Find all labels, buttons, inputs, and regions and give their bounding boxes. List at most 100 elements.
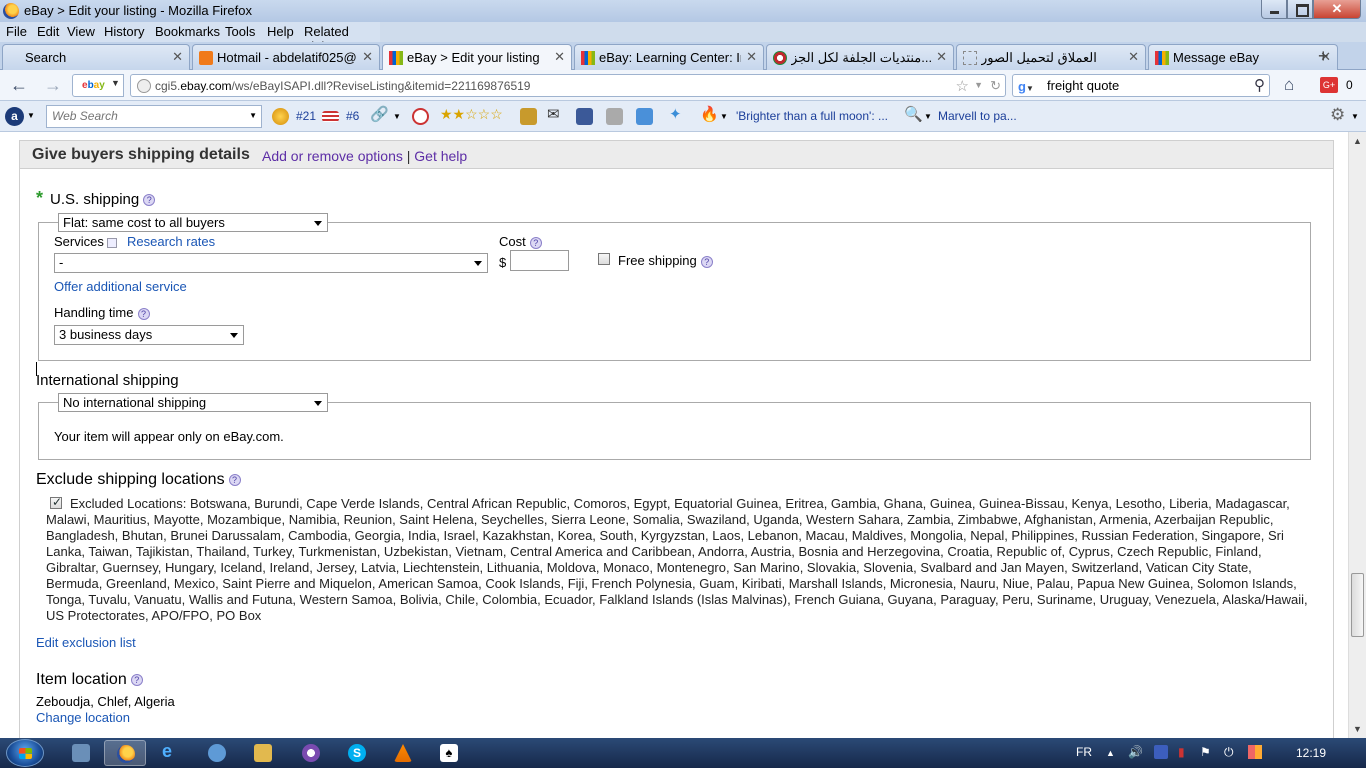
gmail-notifier-icon[interactable]: G+ bbox=[1320, 77, 1338, 93]
chevron-down-icon[interactable]: ▼ bbox=[924, 112, 932, 121]
language-indicator[interactable]: FR bbox=[1076, 745, 1092, 759]
back-arrow-icon[interactable]: ← bbox=[10, 75, 28, 96]
calculator-icon[interactable] bbox=[107, 237, 118, 248]
cost-input[interactable] bbox=[510, 250, 569, 271]
scroll-up-icon[interactable]: ▲ bbox=[1353, 136, 1362, 146]
help-icon[interactable]: ? bbox=[130, 673, 143, 686]
tab-ebay-edit-listing[interactable]: eBay > Edit your listing ✕ bbox=[382, 44, 572, 71]
scroll-down-icon[interactable]: ▼ bbox=[1353, 724, 1362, 734]
web-search-box[interactable]: ▼ bbox=[46, 105, 262, 128]
home-icon[interactable]: ⌂ bbox=[1284, 75, 1294, 95]
help-icon[interactable]: ? bbox=[137, 307, 150, 320]
facebook-icon[interactable] bbox=[576, 108, 593, 125]
forward-arrow-icon[interactable]: → bbox=[44, 75, 62, 96]
taskbar-media[interactable] bbox=[290, 740, 332, 766]
taskbar-skype[interactable]: S bbox=[336, 740, 378, 766]
maximize-button[interactable] bbox=[1287, 0, 1313, 19]
menu-file[interactable]: File bbox=[6, 24, 27, 39]
help-icon[interactable]: ? bbox=[700, 255, 713, 268]
taskbar-explorer[interactable] bbox=[242, 740, 284, 766]
taskbar-ie[interactable]: e bbox=[150, 740, 192, 766]
close-tab-icon[interactable]: ✕ bbox=[172, 49, 183, 65]
bookmark-star-icon[interactable]: ☆ bbox=[956, 77, 969, 95]
taskbar-firefox[interactable] bbox=[104, 740, 146, 766]
reload-icon[interactable]: ↻ bbox=[990, 78, 1001, 94]
add-remove-options-link[interactable]: Add or remove options bbox=[262, 148, 403, 164]
global-rank[interactable]: #21 bbox=[296, 109, 316, 123]
edit-exclusion-list-link[interactable]: Edit exclusion list bbox=[36, 635, 136, 650]
handling-time-select[interactable]: 3 business days bbox=[54, 325, 244, 345]
help-icon[interactable]: ? bbox=[529, 236, 542, 249]
scrollbar-thumb[interactable] bbox=[1351, 573, 1364, 637]
gear-icon[interactable]: ⚙ bbox=[1330, 105, 1345, 125]
network-icon[interactable]: ▮ bbox=[1178, 745, 1185, 759]
alexa-icon[interactable]: a bbox=[5, 107, 24, 126]
tab-hotmail[interactable]: Hotmail - abdelatif025@h... ✕ bbox=[192, 44, 380, 70]
tab-djelfa-forum[interactable]: منتديات الجلفة لكل الجز... ✕ bbox=[766, 44, 954, 70]
web-search-input[interactable] bbox=[52, 109, 242, 123]
menu-bookmarks[interactable]: Bookmarks bbox=[155, 24, 220, 39]
contact-card-icon[interactable] bbox=[606, 108, 623, 125]
tab-search[interactable]: Search ✕ bbox=[2, 44, 190, 70]
rank-globe-icon[interactable] bbox=[272, 108, 289, 125]
chevron-down-icon[interactable]: ▼ bbox=[249, 111, 257, 120]
menu-help[interactable]: Help bbox=[267, 24, 294, 39]
mail-icon[interactable]: ✉ bbox=[547, 105, 560, 123]
address-bar[interactable]: cgi5.ebay.com/ws/eBayISAPI.dll?ReviseLis… bbox=[130, 74, 1006, 97]
taskbar-show-desktop[interactable] bbox=[60, 740, 102, 766]
dropdown-arrow-icon[interactable]: ▼ bbox=[974, 80, 983, 90]
news-icon[interactable]: 🔍 bbox=[904, 105, 923, 123]
new-tab-icon[interactable]: + bbox=[1318, 46, 1329, 67]
taskbar-vlc[interactable] bbox=[382, 740, 424, 766]
taskbar-users[interactable] bbox=[196, 740, 238, 766]
close-tab-icon[interactable]: ✕ bbox=[362, 49, 373, 65]
firefox-icon[interactable] bbox=[3, 3, 19, 19]
help-icon[interactable]: ? bbox=[228, 473, 241, 486]
chevron-down-icon[interactable]: ▼ bbox=[720, 112, 728, 121]
ebay-identity-button[interactable]: ebay ▼ bbox=[72, 74, 124, 97]
power-icon[interactable]: ⏻ bbox=[1224, 745, 1234, 760]
start-button[interactable] bbox=[6, 739, 44, 767]
rating-stars-icon[interactable]: ★★☆☆☆ bbox=[440, 106, 503, 123]
taskbar-solitaire[interactable]: ♠ bbox=[428, 740, 470, 766]
tray-expand-icon[interactable]: ▲ bbox=[1106, 748, 1115, 758]
menu-tools[interactable]: Tools bbox=[225, 24, 255, 39]
links-icon[interactable]: 🔗 bbox=[370, 105, 389, 123]
chevron-down-icon[interactable]: ▼ bbox=[393, 112, 401, 121]
chevron-down-icon[interactable]: ▼ bbox=[27, 111, 35, 120]
get-help-link[interactable]: Get help bbox=[414, 148, 467, 164]
free-shipping-checkbox[interactable] bbox=[598, 253, 610, 265]
wayback-icon[interactable] bbox=[412, 108, 429, 125]
menu-view[interactable]: View bbox=[67, 24, 95, 39]
clock[interactable]: 12:19 bbox=[1296, 746, 1326, 760]
tab-ebay-learning-center[interactable]: eBay: Learning Center: Ind... ✕ bbox=[574, 44, 764, 70]
international-shipping-select[interactable]: No international shipping bbox=[58, 393, 328, 412]
close-tab-icon[interactable]: ✕ bbox=[936, 49, 947, 65]
services-select[interactable]: - bbox=[54, 253, 488, 273]
search-bar[interactable]: g▼ ⚲ bbox=[1012, 74, 1270, 97]
menu-edit[interactable]: Edit bbox=[37, 24, 59, 39]
menu-history[interactable]: History bbox=[104, 24, 144, 39]
google-icon[interactable]: g▼ bbox=[1018, 79, 1034, 94]
close-tab-icon[interactable]: ✕ bbox=[1128, 49, 1139, 65]
news-headline-1[interactable]: 'Brighter than a full moon': ... bbox=[736, 109, 888, 123]
sparkle-icon[interactable]: ✦ bbox=[669, 105, 682, 123]
close-tab-icon[interactable]: ✕ bbox=[554, 49, 565, 65]
close-window-button[interactable]: ✕ bbox=[1313, 0, 1361, 19]
tray-app-icon[interactable] bbox=[1154, 745, 1168, 759]
search-input[interactable] bbox=[1047, 78, 1247, 93]
tray-extra-icon[interactable] bbox=[1248, 745, 1262, 759]
minimize-button[interactable] bbox=[1261, 0, 1287, 19]
flag-icon[interactable]: ⚑ bbox=[1200, 745, 1211, 759]
vertical-scrollbar[interactable]: ▲ ▼ bbox=[1348, 132, 1366, 738]
tab-message-ebay[interactable]: Message eBay ✕ bbox=[1148, 44, 1338, 70]
translate-icon[interactable] bbox=[636, 108, 653, 125]
search-icon[interactable]: ⚲ bbox=[1254, 76, 1265, 94]
change-location-link[interactable]: Change location bbox=[36, 710, 130, 725]
news-headline-2[interactable]: Marvell to pa... bbox=[938, 109, 1017, 123]
offer-additional-service-link[interactable]: Offer additional service bbox=[54, 279, 187, 294]
fire-icon[interactable]: 🔥 bbox=[700, 105, 719, 123]
close-tab-icon[interactable]: ✕ bbox=[746, 49, 757, 65]
research-rates-link[interactable]: Research rates bbox=[127, 234, 215, 249]
book-icon[interactable] bbox=[520, 108, 537, 125]
